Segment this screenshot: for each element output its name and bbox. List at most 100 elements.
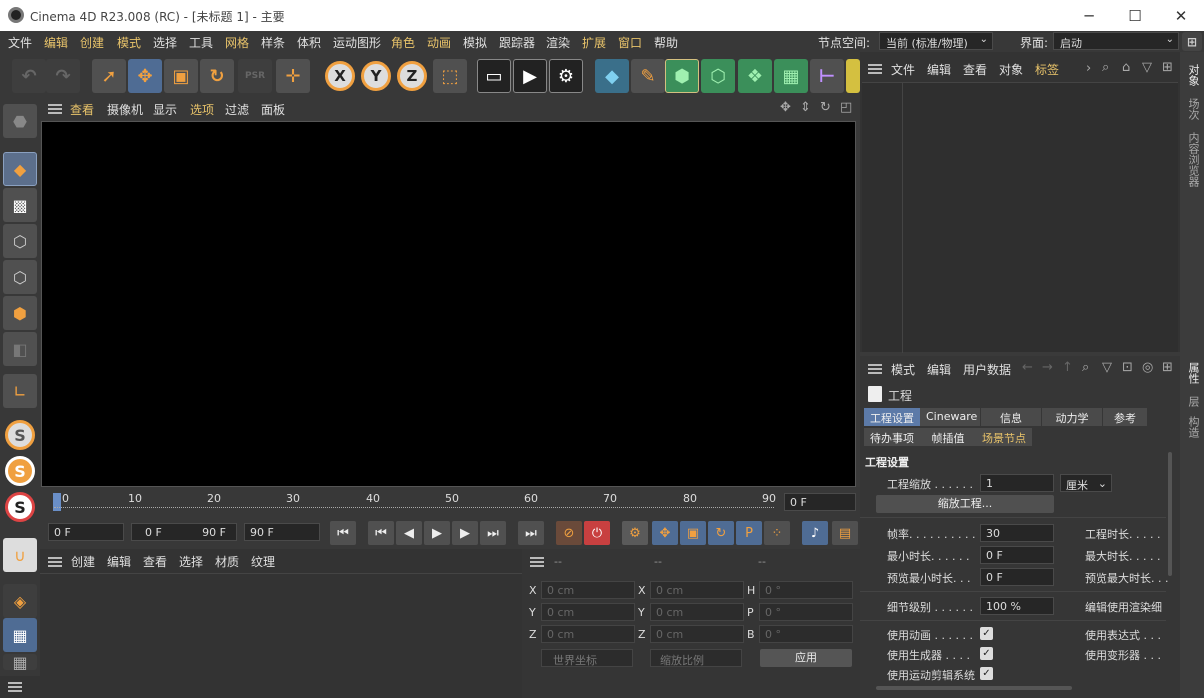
texture-mode-icon[interactable]: ▩ [3, 188, 37, 222]
material-menu-edit[interactable]: 编辑 [107, 553, 131, 570]
pan-icon[interactable]: ✥ [780, 100, 791, 115]
autokey-icon[interactable]: ⏻ [584, 521, 610, 545]
lock-workplane-icon[interactable]: ▦ [3, 618, 37, 652]
snap-enable-icon[interactable]: S [5, 456, 35, 486]
end-frame-field[interactable]: 90 F [244, 523, 320, 541]
use-animation-checkbox[interactable]: ✓ [980, 627, 993, 640]
tab-cineware[interactable]: Cineware [920, 408, 980, 426]
object-menu-view[interactable]: 查看 [963, 61, 987, 78]
arrow-right-icon[interactable]: → [1042, 360, 1053, 375]
size-x-field[interactable]: 0 cm [650, 581, 744, 599]
object-menu-edit[interactable]: 编辑 [927, 61, 951, 78]
menu-animate[interactable]: 动画 [427, 34, 451, 51]
position-y-field[interactable]: 0 cm [541, 603, 635, 621]
make-editable-icon[interactable]: ⬣ [3, 104, 37, 138]
toolbar-overflow-icon[interactable] [846, 59, 860, 93]
filter-icon[interactable]: ▽ [1142, 60, 1152, 75]
tab-key-interpolation[interactable]: 帧插值 [920, 428, 976, 446]
menu-extensions[interactable]: 扩展 [582, 34, 606, 51]
select-tool-button[interactable]: ➚ [92, 59, 126, 93]
point-level-key-icon[interactable]: ⁘ [764, 521, 790, 545]
psr-button[interactable]: PSR [238, 59, 272, 93]
hamburger-icon[interactable] [48, 557, 62, 567]
workplane-icon[interactable]: ◈ [3, 584, 37, 618]
side-tab-structure[interactable]: 构造 [1185, 416, 1201, 438]
deformer-icon[interactable]: ⊢ [810, 59, 844, 93]
snap-icon[interactable]: S [5, 420, 35, 450]
cloner-icon[interactable]: ❖ [738, 59, 772, 93]
parameter-key-icon[interactable]: P [736, 521, 762, 545]
menu-mograph[interactable]: 运动图形 [333, 34, 381, 51]
new-layout-icon[interactable]: ⊞ [1182, 32, 1202, 51]
x-axis-button[interactable]: X [325, 61, 355, 91]
uv-mode-icon[interactable]: ◧ [3, 332, 37, 366]
menu-spline[interactable]: 样条 [261, 34, 285, 51]
side-tab-objects[interactable]: 对象 [1185, 64, 1201, 86]
rotation-p-field[interactable]: 0 ° [759, 603, 853, 621]
target-icon[interactable]: ◎ [1142, 360, 1153, 375]
home-icon[interactable]: ⌂ [1122, 60, 1130, 75]
size-y-field[interactable]: 0 cm [650, 603, 744, 621]
menu-file[interactable]: 文件 [8, 34, 32, 51]
menu-edit[interactable]: 编辑 [44, 34, 68, 51]
lock-icon[interactable]: ⊡ [1122, 360, 1133, 375]
hamburger-icon[interactable] [48, 104, 62, 114]
new-window-icon[interactable]: ⊞ [1162, 60, 1173, 75]
position-x-field[interactable]: 0 cm [541, 581, 635, 599]
viewport[interactable] [41, 121, 856, 487]
sound-icon[interactable]: ♪ [802, 521, 828, 545]
viewport-menu-view[interactable]: 查看 [70, 101, 94, 118]
menu-tools[interactable]: 工具 [189, 34, 213, 51]
scale-key-icon[interactable]: ▣ [680, 521, 706, 545]
preview-min-field[interactable]: 0 F [980, 568, 1054, 586]
object-menu-tags[interactable]: 标签 [1035, 61, 1059, 78]
rotation-b-field[interactable]: 0 ° [759, 625, 853, 643]
lod-field[interactable]: 100 % [980, 597, 1054, 615]
zoom-icon[interactable]: ⇕ [800, 100, 811, 115]
current-frame-field[interactable]: 0 F [784, 493, 856, 511]
menu-tracker[interactable]: 跟踪器 [499, 34, 535, 51]
arrow-up-icon[interactable]: ↑ [1062, 360, 1073, 375]
scale-project-button[interactable]: 缩放工程... [876, 495, 1054, 513]
viewport-menu-filter[interactable]: 过滤 [225, 101, 249, 118]
arrow-left-icon[interactable]: ← [1022, 360, 1033, 375]
attr-menu-mode[interactable]: 模式 [891, 361, 915, 378]
render-to-picture-viewer-icon[interactable]: ▶ [513, 59, 547, 93]
viewport-menu-camera[interactable]: 摄像机 [107, 101, 143, 118]
size-z-field[interactable]: 0 cm [650, 625, 744, 643]
rotation-key-icon[interactable]: ↻ [708, 521, 734, 545]
menu-window[interactable]: 窗口 [618, 34, 642, 51]
y-axis-button[interactable]: Y [361, 61, 391, 91]
node-space-dropdown[interactable]: 当前 (标准/物理) ⌄ [879, 32, 993, 50]
menu-volume[interactable]: 体积 [297, 34, 321, 51]
tab-info[interactable]: 信息 [981, 408, 1041, 426]
use-motion-system-checkbox[interactable]: ✓ [980, 667, 993, 680]
coordinate-system-button[interactable]: ⬚ [433, 59, 467, 93]
tab-todo[interactable]: 待办事项 [864, 428, 920, 446]
edges-mode-icon[interactable]: ⬡ [3, 260, 37, 294]
orbit-icon[interactable]: ↻ [820, 100, 831, 115]
hamburger-icon[interactable] [8, 682, 22, 692]
menu-create[interactable]: 创建 [80, 34, 104, 51]
side-tab-attributes[interactable]: 属性 [1185, 362, 1201, 384]
timeline-film-icon[interactable]: ▤ [832, 521, 858, 545]
scale-mode-dropdown[interactable]: 缩放比例 [650, 649, 742, 667]
chevron-right-icon[interactable]: › [1086, 61, 1091, 76]
render-view-icon[interactable]: ▭ [477, 59, 511, 93]
hamburger-icon[interactable] [530, 557, 544, 567]
hamburger-icon[interactable] [868, 364, 882, 374]
side-tab-layers[interactable]: 层 [1185, 396, 1201, 407]
go-to-end-icon[interactable]: ⏭ [518, 521, 544, 545]
start-frame-field[interactable]: 0 F [48, 523, 124, 541]
search-icon[interactable]: ⌕ [1102, 60, 1109, 75]
material-menu-texture[interactable]: 纹理 [251, 553, 275, 570]
side-tab-takes[interactable]: 场次 [1185, 98, 1201, 120]
previous-frame-icon[interactable]: ◀ [396, 521, 422, 545]
material-menu-material[interactable]: 材质 [215, 553, 239, 570]
pen-icon[interactable]: ✎ [631, 59, 665, 93]
close-button[interactable]: ✕ [1158, 0, 1204, 31]
use-generators-checkbox[interactable]: ✓ [980, 647, 993, 660]
vertical-scrollbar[interactable] [1168, 452, 1172, 576]
minimize-button[interactable]: ─ [1066, 0, 1112, 31]
snap-settings-icon[interactable]: S [5, 492, 35, 522]
